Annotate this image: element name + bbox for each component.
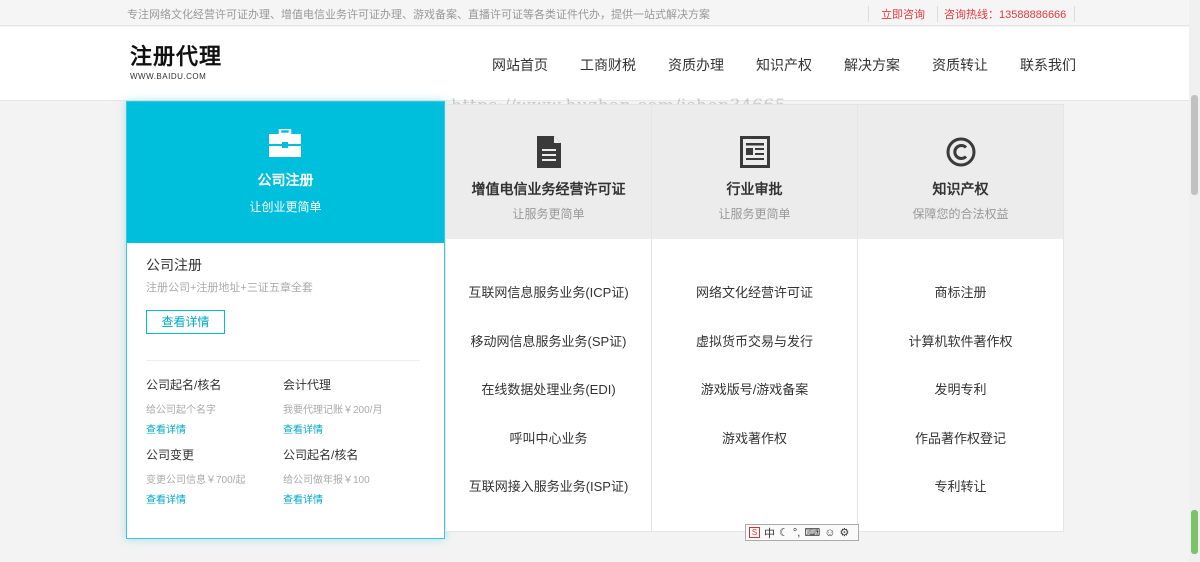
column-header: 行业审批 让服务更简单 [652, 105, 857, 239]
nav-item-qualification[interactable]: 资质办理 [668, 55, 724, 75]
service-item[interactable]: 游戏版号/游戏备案 [652, 379, 857, 428]
sub-service: 公司变更 变更公司信息￥700/起 查看详情 [146, 446, 276, 506]
service-column-ip: 知识产权 保障您的合法权益 商标注册 计算机软件著作权 发明专利 作品著作权登记… [857, 104, 1064, 532]
column-subtitle: 让服务更简单 [512, 207, 585, 221]
service-item[interactable]: 在线数据处理业务(EDI) [446, 379, 651, 428]
sub-service-name: 公司起名/核名 [146, 378, 222, 392]
logo-url: WWW.BAIDU.COM [130, 72, 207, 81]
service-item[interactable]: 专利转让 [858, 476, 1063, 525]
document-icon [537, 136, 561, 168]
column-subtitle: 让服务更简单 [718, 207, 791, 221]
ime-settings-icon[interactable]: ⚙ [839, 526, 849, 539]
site-logo[interactable]: 注册代理 WWW.BAIDU.COM [130, 45, 223, 82]
service-list: 商标注册 计算机软件著作权 发明专利 作品著作权登记 专利转让 [858, 282, 1063, 525]
service-column-approval: 行业审批 让服务更简单 网络文化经营许可证 虚拟货币交易与发行 游戏版号/游戏备… [651, 104, 858, 532]
ime-punctuation-toggle[interactable]: °, [793, 527, 800, 539]
sub-service-name: 会计代理 [283, 378, 332, 392]
briefcase-icon [269, 129, 301, 157]
top-bar: 专注网络文化经营许可证办理、增值电信业务许可证办理、游戏备案、直播许可证等各类证… [0, 0, 1189, 26]
sub-service-name: 公司变更 [146, 448, 195, 462]
service-item[interactable]: 虚拟货币交易与发行 [652, 331, 857, 380]
column-header: 知识产权 保障您的合法权益 [858, 105, 1063, 239]
sub-service-link[interactable]: 查看详情 [283, 421, 413, 436]
sub-service-desc: 我要代理记账￥200/月 [283, 405, 383, 416]
service-card-company[interactable]: 公司注册 让创业更简单 公司注册 注册公司+注册地址+三证五章全套 查看详情 公… [126, 101, 445, 539]
site-header: 注册代理 WWW.BAIDU.COM 网站首页 工商财税 资质办理 知识产权 解… [0, 27, 1189, 101]
hotline-text: 咨询热线：13588886666 [944, 6, 1076, 22]
sub-service-desc: 给公司做年报￥100 [283, 475, 370, 486]
sub-service-link[interactable]: 查看详情 [146, 491, 276, 506]
side-scroll-indicator[interactable] [1191, 510, 1198, 554]
service-list: 互联网信息服务业务(ICP证) 移动网信息服务业务(SP证) 在线数据处理业务(… [446, 282, 651, 525]
card-header-title: 公司注册 [257, 172, 314, 188]
service-column-telecom: 增值电信业务经营许可证 让服务更简单 互联网信息服务业务(ICP证) 移动网信息… [445, 104, 652, 532]
sub-service: 公司起名/核名 给公司做年报￥100 查看详情 [283, 446, 413, 506]
sub-service: 会计代理 我要代理记账￥200/月 查看详情 [283, 376, 413, 436]
ime-moon-icon[interactable]: ☾ [779, 526, 789, 539]
sub-service: 公司起名/核名 给公司起个名字 查看详情 [146, 376, 276, 436]
service-item[interactable]: 计算机软件著作权 [858, 331, 1063, 380]
service-item[interactable]: 商标注册 [858, 282, 1063, 331]
ime-language-toggle[interactable]: 中 [764, 525, 775, 541]
scrollbar-thumb[interactable] [1191, 95, 1198, 195]
ime-logo-icon[interactable]: S [749, 527, 760, 538]
ime-toolbar[interactable]: S 中 ☾ °, ⌨ ☺ ⚙ [745, 524, 859, 541]
service-item[interactable]: 游戏著作权 [652, 428, 857, 477]
copyright-icon [946, 137, 976, 167]
service-item[interactable]: 移动网信息服务业务(SP证) [446, 331, 651, 380]
column-title: 增值电信业务经营许可证 [471, 181, 626, 197]
card-header-subtitle: 让创业更简单 [249, 200, 322, 214]
sub-service-link[interactable]: 查看详情 [283, 491, 413, 506]
sub-service-desc: 变更公司信息￥700/起 [146, 475, 246, 486]
sub-service-link[interactable]: 查看详情 [146, 421, 276, 436]
nav-item-contact[interactable]: 联系我们 [1020, 55, 1076, 75]
card-desc: 注册公司+注册地址+三证五章全套 [146, 282, 313, 294]
column-title: 行业审批 [726, 181, 783, 197]
divider [146, 360, 420, 361]
logo-name: 注册代理 [130, 45, 223, 70]
view-details-button[interactable]: 查看详情 [146, 310, 225, 334]
card-title: 公司注册 [146, 257, 202, 273]
sub-service-name: 公司起名/核名 [283, 448, 359, 462]
ime-user-icon[interactable]: ☺ [824, 527, 835, 539]
nav-item-home[interactable]: 网站首页 [492, 55, 548, 75]
service-item[interactable]: 作品著作权登记 [858, 428, 1063, 477]
service-item[interactable]: 发明专利 [858, 379, 1063, 428]
service-item[interactable]: 呼叫中心业务 [446, 428, 651, 477]
nav-item-tax[interactable]: 工商财税 [580, 55, 636, 75]
nav-item-ip[interactable]: 知识产权 [756, 55, 812, 75]
column-title: 知识产权 [932, 181, 989, 197]
service-list: 网络文化经营许可证 虚拟货币交易与发行 游戏版号/游戏备案 游戏著作权 [652, 282, 857, 476]
newspaper-icon [740, 136, 770, 168]
service-item[interactable]: 互联网接入服务业务(ISP证) [446, 476, 651, 525]
card-header: 公司注册 让创业更简单 [127, 102, 444, 243]
ime-keyboard-icon[interactable]: ⌨ [804, 526, 820, 539]
top-slogan: 专注网络文化经营许可证办理、增值电信业务许可证办理、游戏备案、直播许可证等各类证… [127, 9, 710, 21]
column-subtitle: 保障您的合法权益 [912, 207, 1009, 221]
column-header: 增值电信业务经营许可证 让服务更简单 [446, 105, 651, 239]
service-item[interactable]: 互联网信息服务业务(ICP证) [446, 282, 651, 331]
service-item[interactable]: 网络文化经营许可证 [652, 282, 857, 331]
consult-link[interactable]: 立即咨询 [868, 6, 938, 22]
nav-item-solutions[interactable]: 解决方案 [844, 55, 900, 75]
scrollbar[interactable] [1189, 0, 1200, 562]
main-nav: 网站首页 工商财税 资质办理 知识产权 解决方案 资质转让 联系我们 [476, 55, 1092, 75]
sub-service-desc: 给公司起个名字 [146, 405, 216, 416]
nav-item-transfer[interactable]: 资质转让 [932, 55, 988, 75]
